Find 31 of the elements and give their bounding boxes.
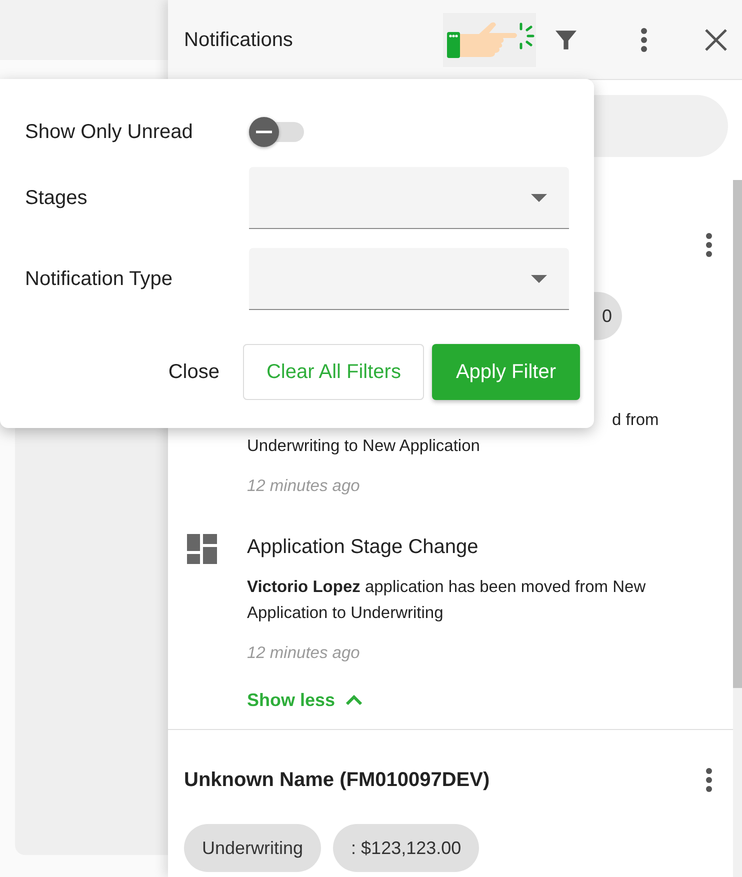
dropdown-field[interactable] [249, 248, 569, 310]
clear-filters-button[interactable]: Clear All Filters [243, 344, 424, 400]
more-button[interactable] [640, 26, 648, 52]
unread-toggle[interactable] [249, 117, 304, 147]
close-button[interactable]: Close [152, 344, 236, 400]
close-button[interactable] [704, 28, 728, 52]
minus-icon [256, 130, 272, 134]
field-label: Notification Type [25, 267, 174, 292]
more-button[interactable] [705, 232, 713, 258]
notification-title: Application Stage Change [247, 535, 480, 560]
apply-filter-button[interactable]: Apply Filter [432, 344, 580, 400]
show-less-link[interactable]: Show less [247, 687, 364, 713]
dashboard-icon [187, 534, 217, 564]
notification-text: Underwriting to New Application [247, 437, 480, 455]
field-label: Show Only Unread [25, 120, 194, 145]
timestamp: 12 minutes ago [247, 644, 360, 662]
caret-icon [531, 194, 547, 202]
field-label: Stages [25, 186, 88, 211]
timestamp: 12 minutes ago [247, 477, 360, 495]
caret-icon [531, 274, 547, 282]
notification-text: Victorio Lopez application has been moved from New Application to Underwriting [247, 577, 647, 624]
notification-text: d from [612, 411, 659, 429]
pointing-hand-icon [444, 20, 534, 60]
chevron-up-icon [345, 694, 364, 706]
more-button[interactable] [705, 767, 713, 793]
card-title: Unknown Name (FM010097DEV) [184, 768, 490, 793]
dropdown-field[interactable] [249, 167, 569, 229]
panel-title: Notifications [184, 28, 293, 52]
scrollbar-thumb[interactable] [733, 180, 742, 688]
tag-chip: Underwriting [184, 824, 322, 872]
tag-chip: : $123,123.00 [333, 824, 480, 872]
